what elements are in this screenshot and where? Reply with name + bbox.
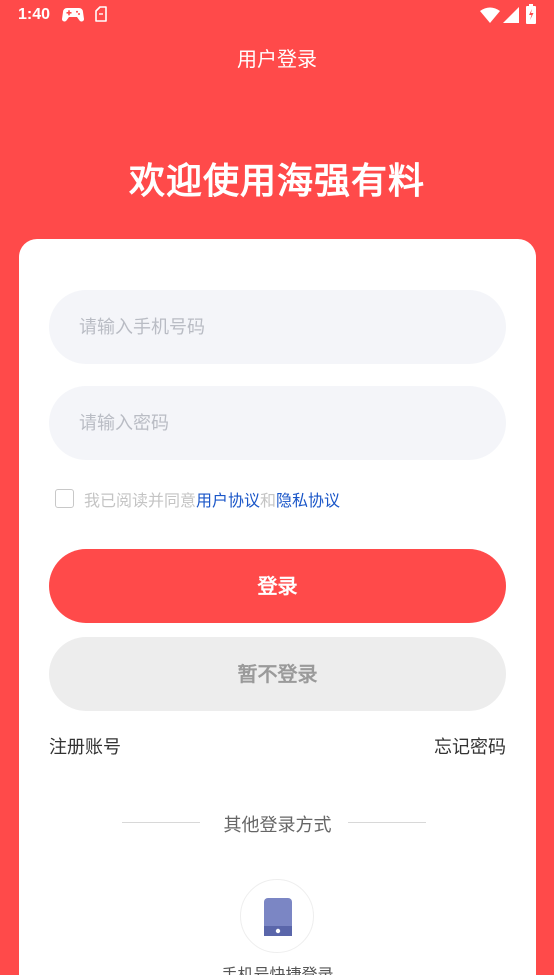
- user-agreement-link[interactable]: 用户协议: [196, 491, 260, 510]
- privacy-policy-link[interactable]: 隐私协议: [276, 491, 340, 510]
- clipboard-icon: [95, 6, 107, 22]
- agreement-and: 和: [260, 491, 277, 510]
- battery-icon: [526, 4, 536, 24]
- password-input[interactable]: [49, 386, 506, 460]
- status-bar: 1:40: [0, 0, 554, 32]
- quick-login-button[interactable]: [240, 879, 314, 953]
- quick-login-label: 手机号快捷登录: [221, 965, 334, 975]
- wifi-icon: [480, 7, 500, 23]
- divider-right: [348, 822, 426, 823]
- register-link[interactable]: 注册账号: [49, 733, 121, 759]
- gamepad-icon: [62, 8, 84, 22]
- welcome-heading: 欢迎使用海强有料: [128, 161, 425, 202]
- signal-icon: [503, 7, 519, 23]
- phone-icon: [264, 898, 292, 936]
- phone-input[interactable]: [49, 290, 506, 364]
- login-button[interactable]: 登录: [49, 549, 506, 623]
- agreement-text: 我已阅读并同意用户协议和隐私协议: [84, 487, 340, 511]
- skip-login-button[interactable]: 暂不登录: [49, 637, 506, 711]
- agreement-checkbox[interactable]: [55, 489, 74, 508]
- page-title: 用户登录: [237, 47, 317, 71]
- agreement-prefix: 我已阅读并同意: [84, 491, 197, 510]
- other-login-title: 其他登录方式: [223, 815, 332, 836]
- forgot-password-link[interactable]: 忘记密码: [434, 733, 506, 759]
- status-time: 1:40: [18, 6, 51, 23]
- login-card: 我已阅读并同意用户协议和隐私协议 登录 暂不登录 注册账号 忘记密码 其他登录方…: [19, 239, 536, 975]
